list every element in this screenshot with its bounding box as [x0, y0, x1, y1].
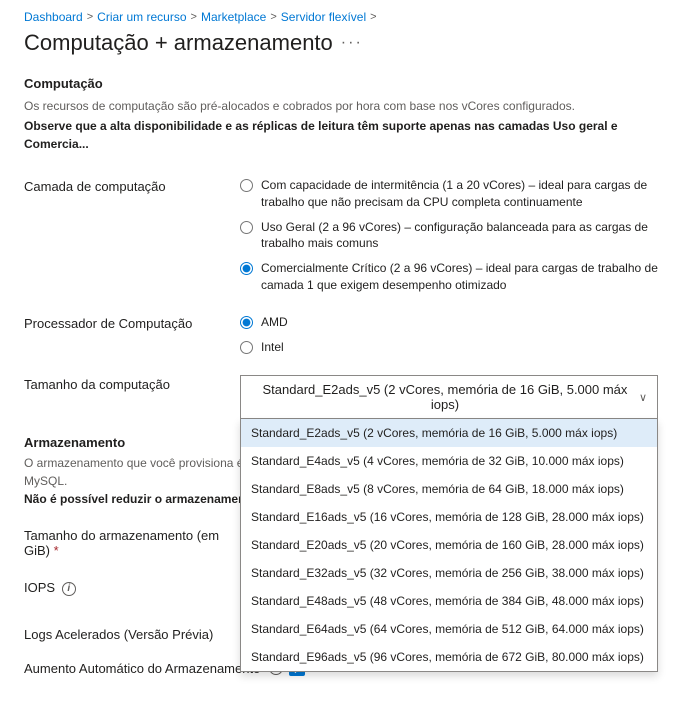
camada-control: Com capacidade de intermitência (1 a 20 … — [240, 177, 658, 294]
camada-option-burst[interactable]: Com capacidade de intermitência (1 a 20 … — [240, 177, 658, 211]
breadcrumb-criar[interactable]: Criar um recurso — [97, 10, 186, 24]
breadcrumb-servidor[interactable]: Servidor flexível — [281, 10, 366, 24]
chevron-down-icon: ∨ — [639, 391, 647, 404]
processador-option-intel[interactable]: Intel — [240, 339, 658, 356]
iops-label: IOPS i — [24, 578, 224, 596]
camada-radio-general[interactable] — [240, 221, 253, 234]
camada-label-critical: Comercialmente Crítico (2 a 96 vCores) –… — [261, 260, 658, 294]
camada-label-general: Uso Geral (2 a 96 vCores) – configuração… — [261, 219, 658, 253]
tamanho-option-e8ads[interactable]: Standard_E8ads_v5 (8 vCores, memória de … — [241, 475, 657, 503]
aumento-label: Aumento Automático do Armazenamento — [24, 661, 260, 676]
processador-radio-group: AMD Intel — [240, 314, 658, 356]
processador-option-amd[interactable]: AMD — [240, 314, 658, 331]
camada-option-general[interactable]: Uso Geral (2 a 96 vCores) – configuração… — [240, 219, 658, 253]
processador-label-intel: Intel — [261, 339, 658, 356]
camada-radio-group: Com capacidade de intermitência (1 a 20 … — [240, 177, 658, 294]
tamanho-option-e96ads[interactable]: Standard_E96ads_v5 (96 vCores, memória d… — [241, 643, 657, 671]
tamanho-computacao-row: Tamanho da computação Standard_E2ads_v5 … — [24, 365, 658, 429]
tamanho-option-e64ads[interactable]: Standard_E64ads_v5 (64 vCores, memória d… — [241, 615, 657, 643]
camada-radio-burst[interactable] — [240, 179, 253, 192]
breadcrumb-sep-2: > — [191, 11, 197, 23]
processador-label-amd: AMD — [261, 314, 658, 331]
tamanho-option-e48ads[interactable]: Standard_E48ads_v5 (48 vCores, memória d… — [241, 587, 657, 615]
logs-label: Logs Acelerados (Versão Prévia) — [24, 625, 224, 642]
tamanho-option-e2ads[interactable]: Standard_E2ads_v5 (2 vCores, memória de … — [241, 419, 657, 447]
camada-label: Camada de computação — [24, 177, 224, 194]
tamanho-dropdown-value: Standard_E2ads_v5 (2 vCores, memória de … — [251, 382, 639, 412]
tamanho-armazenamento-label: Tamanho do armazenamento (em GiB) * — [24, 526, 224, 558]
iops-info-icon[interactable]: i — [62, 582, 76, 596]
tamanho-dropdown-menu: Standard_E2ads_v5 (2 vCores, memória de … — [240, 419, 658, 672]
page-title-menu[interactable]: ··· — [341, 34, 363, 52]
breadcrumb-sep-1: > — [87, 11, 93, 23]
camada-radio-critical[interactable] — [240, 262, 253, 275]
tamanho-option-e32ads[interactable]: Standard_E32ads_v5 (32 vCores, memória d… — [241, 559, 657, 587]
camada-option-critical[interactable]: Comercialmente Crítico (2 a 96 vCores) –… — [240, 260, 658, 294]
tamanho-dropdown-btn[interactable]: Standard_E2ads_v5 (2 vCores, memória de … — [240, 375, 658, 419]
processador-control: AMD Intel — [240, 314, 658, 356]
processador-radio-amd[interactable] — [240, 316, 253, 329]
breadcrumb-dashboard[interactable]: Dashboard — [24, 10, 83, 24]
tamanho-option-e16ads[interactable]: Standard_E16ads_v5 (16 vCores, memória d… — [241, 503, 657, 531]
processador-radio-intel[interactable] — [240, 341, 253, 354]
computacao-desc2: Observe que a alta disponibilidade e as … — [24, 117, 658, 153]
tamanho-option-e20ads[interactable]: Standard_E20ads_v5 (20 vCores, memória d… — [241, 531, 657, 559]
tamanho-computacao-control: Standard_E2ads_v5 (2 vCores, memória de … — [240, 375, 658, 419]
breadcrumb: Dashboard > Criar um recurso > Marketpla… — [24, 0, 658, 30]
processador-row: Processador de Computação AMD Intel — [24, 304, 658, 366]
breadcrumb-sep-4: > — [370, 11, 376, 23]
camada-row: Camada de computação Com capacidade de i… — [24, 167, 658, 304]
tamanho-dropdown-wrapper: Standard_E2ads_v5 (2 vCores, memória de … — [240, 375, 658, 419]
required-marker: * — [54, 543, 59, 558]
tamanho-computacao-label: Tamanho da computação — [24, 375, 224, 392]
breadcrumb-marketplace[interactable]: Marketplace — [201, 10, 266, 24]
processador-label: Processador de Computação — [24, 314, 224, 331]
page-title: Computação + armazenamento ··· — [24, 30, 658, 56]
computacao-desc1: Os recursos de computação são pré-alocad… — [24, 97, 658, 115]
breadcrumb-sep-3: > — [270, 11, 276, 23]
computacao-section-title: Computação — [24, 76, 658, 91]
camada-label-burst: Com capacidade de intermitência (1 a 20 … — [261, 177, 658, 211]
tamanho-option-e4ads[interactable]: Standard_E4ads_v5 (4 vCores, memória de … — [241, 447, 657, 475]
